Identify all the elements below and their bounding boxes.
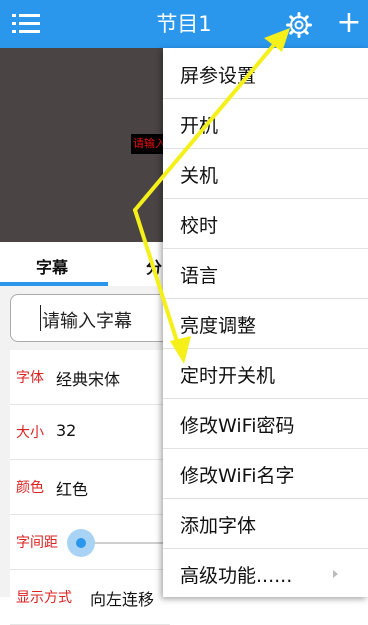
menu-item-sync-time[interactable]: 校时 <box>163 198 368 249</box>
menu-item-add-font[interactable]: 添加字体 <box>163 498 368 549</box>
size-row[interactable]: 大小 32 <box>10 405 170 460</box>
font-label: 字体 <box>16 370 44 386</box>
menu-item-wifi-name[interactable]: 修改WiFi名字 <box>163 448 368 499</box>
menu-item-screen-settings[interactable]: 屏参设置 <box>163 48 368 99</box>
menu-item-label: 高级功能...... <box>180 565 293 587</box>
spacing-slider-thumb[interactable] <box>67 529 95 557</box>
color-row[interactable]: 颜色 红色 <box>10 460 170 515</box>
menu-item-power-off[interactable]: 关机 <box>163 148 368 199</box>
settings-button[interactable] <box>286 12 312 38</box>
menu-item-brightness[interactable]: 亮度调整 <box>163 298 368 349</box>
menu-item-power-on[interactable]: 开机 <box>163 98 368 149</box>
tab-bar: 字幕 分 <box>0 242 165 286</box>
add-button[interactable]: + <box>336 8 362 38</box>
settings-menu: 屏参设置 开机 关机 校时 语言 亮度调整 定时开关机 修改WiFi密码 修改W… <box>163 48 368 597</box>
display-row[interactable]: 显示方式 向左连移 <box>10 570 170 625</box>
menu-item-label: 屏参设置 <box>180 65 257 87</box>
menu-item-label: 语言 <box>180 265 219 287</box>
page-title: 节目1 <box>156 12 212 36</box>
menu-item-timer-power[interactable]: 定时开关机 <box>163 348 368 399</box>
size-value: 32 <box>56 421 77 440</box>
menu-item-label: 添加字体 <box>180 515 257 537</box>
size-label: 大小 <box>16 425 44 441</box>
display-label: 显示方式 <box>16 590 72 606</box>
menu-item-label: 定时开关机 <box>180 365 276 387</box>
menu-item-language[interactable]: 语言 <box>163 248 368 299</box>
tab-subtitle[interactable]: 字幕 <box>36 254 68 278</box>
chevron-right-icon <box>333 570 338 578</box>
menu-item-label: 关机 <box>180 165 219 187</box>
color-value: 红色 <box>56 480 89 499</box>
gear-icon <box>286 12 312 38</box>
display-value: 向左连移 <box>90 590 155 609</box>
hamburger-icon <box>12 14 40 33</box>
app-header: 节目1 + <box>0 0 368 48</box>
font-row[interactable]: 字体 经典宋体 <box>10 350 170 405</box>
color-label: 颜色 <box>16 480 44 496</box>
menu-button[interactable] <box>12 12 40 36</box>
subtitle-input-placeholder: 请输入字幕 <box>42 311 132 332</box>
spacing-row: 字间距 <box>10 515 190 570</box>
menu-item-label: 校时 <box>180 215 219 237</box>
menu-item-label: 修改WiFi密码 <box>180 415 295 437</box>
tab-partial[interactable]: 分 <box>146 254 162 278</box>
menu-item-advanced[interactable]: 高级功能...... <box>163 548 368 598</box>
spacing-label: 字间距 <box>16 535 58 551</box>
menu-item-label: 修改WiFi名字 <box>180 465 295 487</box>
font-value: 经典宋体 <box>56 370 121 389</box>
menu-item-label: 亮度调整 <box>180 315 257 337</box>
menu-item-wifi-password[interactable]: 修改WiFi密码 <box>163 398 368 449</box>
plus-icon: + <box>336 5 362 40</box>
text-caret <box>40 305 41 331</box>
menu-item-label: 开机 <box>180 115 219 137</box>
